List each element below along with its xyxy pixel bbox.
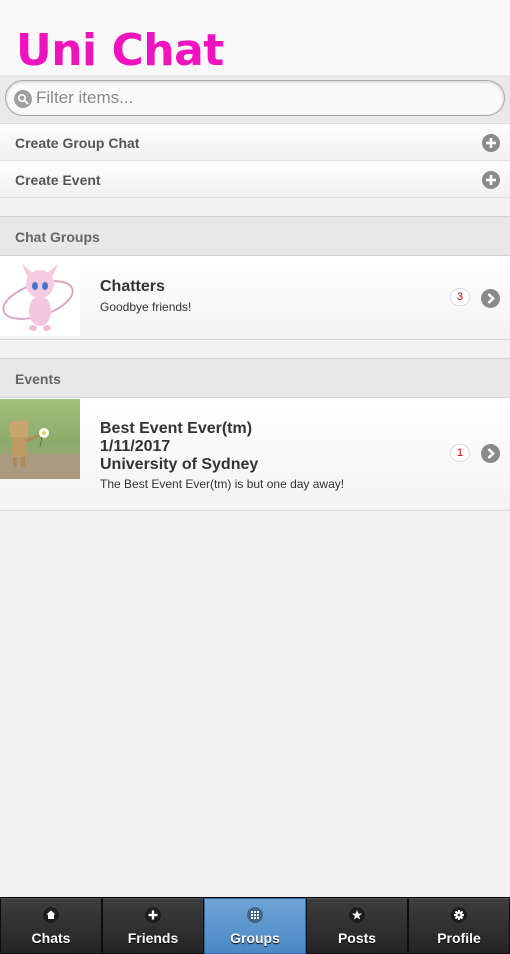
event-thumbnail	[0, 399, 80, 479]
tab-friends[interactable]: Friends	[102, 898, 204, 954]
search-bar	[0, 75, 510, 123]
chat-groups-header-label: Chat Groups	[15, 229, 100, 245]
chat-group-item-chatters[interactable]: Chatters Goodbye friends! 3	[0, 256, 510, 340]
app-page: Uni Chat Create Group Chat C	[0, 0, 510, 954]
app-header: Uni Chat	[0, 0, 510, 76]
event-item-best-event[interactable]: Best Event Ever(tm) 1/11/2017 University…	[0, 398, 510, 511]
home-icon	[43, 907, 59, 923]
bottom-tab-bar: Chats Friends Groups Posts Profile	[0, 897, 510, 954]
create-group-chat-button[interactable]: Create Group Chat	[0, 124, 510, 161]
chat-groups-header: Chat Groups	[0, 216, 510, 256]
tab-profile[interactable]: Profile	[408, 898, 510, 954]
event-subtitle: The Best Event Ever(tm) is but one day a…	[100, 477, 345, 491]
tab-friends-label: Friends	[127, 930, 179, 946]
tab-groups[interactable]: Groups	[204, 898, 306, 954]
chevron-right-icon[interactable]	[481, 444, 500, 463]
star-icon	[349, 907, 365, 923]
tab-profile-label: Profile	[437, 930, 481, 946]
search-icon	[14, 90, 32, 108]
create-group-chat-label: Create Group Chat	[15, 135, 140, 151]
search-field[interactable]	[5, 80, 505, 116]
events-header: Events	[0, 358, 510, 398]
plus-icon	[145, 907, 161, 923]
events-header-label: Events	[15, 371, 61, 387]
tab-groups-label: Groups	[230, 930, 280, 946]
unread-count-badge: 1	[450, 444, 470, 462]
chat-group-title: Chatters	[100, 278, 165, 295]
event-title: Best Event Ever(tm)	[100, 420, 253, 437]
event-date: 1/11/2017	[100, 438, 171, 455]
create-event-button[interactable]: Create Event	[0, 161, 510, 198]
event-location: University of Sydney	[100, 456, 259, 473]
tab-chats[interactable]: Chats	[0, 898, 102, 954]
plus-icon	[482, 171, 500, 189]
chevron-right-icon[interactable]	[481, 289, 500, 308]
chat-group-thumbnail	[0, 256, 80, 336]
tab-chats-label: Chats	[31, 930, 71, 946]
grid-icon	[247, 907, 263, 923]
unread-count-badge: 3	[450, 288, 470, 306]
tab-posts[interactable]: Posts	[306, 898, 408, 954]
gear-icon	[451, 907, 467, 923]
plus-icon	[482, 134, 500, 152]
search-input[interactable]	[36, 81, 492, 115]
chat-group-subtitle: Goodbye friends!	[100, 300, 192, 314]
app-title: Uni Chat	[16, 25, 224, 76]
action-list: Create Group Chat Create Event	[0, 123, 510, 198]
tab-posts-label: Posts	[337, 930, 377, 946]
create-event-label: Create Event	[15, 172, 101, 188]
